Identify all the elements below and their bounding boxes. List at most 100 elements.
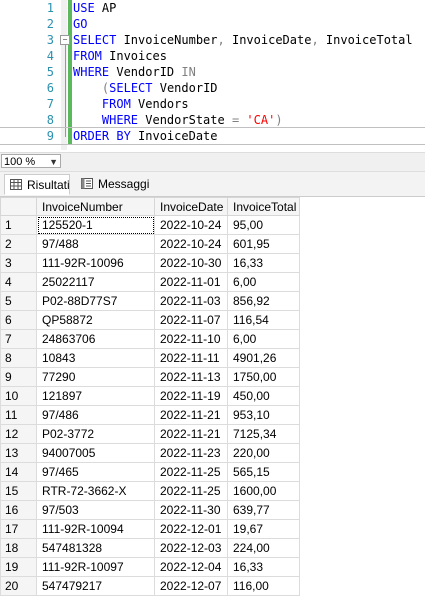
row-number[interactable]: 19 (0, 557, 37, 577)
results-grid[interactable]: InvoiceNumber InvoiceDate InvoiceTotal 1… (0, 197, 425, 600)
cell-invoicenumber[interactable]: 547479217 (36, 576, 155, 596)
cell-invoicenumber[interactable]: P02-3772 (36, 424, 155, 444)
tab-results[interactable]: Risultati (4, 174, 70, 195)
collapse-icon[interactable]: − (60, 35, 70, 45)
table-row[interactable]: 7 24863706 2022-11-10 6,00 (0, 329, 300, 349)
cell-invoicetotal[interactable]: 6,00 (227, 272, 300, 292)
cell-invoicenumber[interactable]: 10843 (36, 348, 155, 368)
row-number[interactable]: 20 (0, 576, 37, 596)
code-line[interactable]: 4 FROM Invoices (0, 48, 425, 64)
row-number[interactable]: 3 (0, 253, 37, 273)
tab-messages[interactable]: Messaggi (76, 174, 152, 195)
code-line[interactable]: 8 WHERE VendorState = 'CA') (0, 112, 425, 128)
code-line[interactable]: 2 GO (0, 16, 425, 32)
row-number[interactable]: 13 (0, 443, 37, 463)
column-header-invoicedate[interactable]: InvoiceDate (154, 197, 228, 216)
table-row[interactable]: 17 111-92R-10094 2022-12-01 19,67 (0, 519, 300, 539)
cell-invoicenumber[interactable]: 97/503 (36, 500, 155, 520)
cell-invoicetotal[interactable]: 220,00 (227, 443, 300, 463)
row-number[interactable]: 7 (0, 329, 37, 349)
column-header-invoicetotal[interactable]: InvoiceTotal (227, 197, 300, 216)
cell-invoicetotal[interactable]: 1600,00 (227, 481, 300, 501)
table-row[interactable]: 4 25022117 2022-11-01 6,00 (0, 272, 300, 292)
code-line[interactable]: 3− SELECT InvoiceNumber, InvoiceDate, Inv… (0, 32, 425, 48)
cell-invoicenumber[interactable]: 97/488 (36, 234, 155, 254)
table-row[interactable]: 3 111-92R-10096 2022-10-30 16,33 (0, 253, 300, 273)
cell-invoicetotal[interactable]: 116,00 (227, 576, 300, 596)
row-number-header[interactable] (0, 197, 37, 216)
cell-invoicenumber[interactable]: RTR-72-3662-X (36, 481, 155, 501)
cell-invoicetotal[interactable]: 639,77 (227, 500, 300, 520)
cell-invoicedate[interactable]: 2022-11-21 (154, 424, 228, 444)
cell-invoicenumber[interactable]: 111-92R-10097 (36, 557, 155, 577)
table-row[interactable]: 8 10843 2022-11-11 4901,26 (0, 348, 300, 368)
row-number[interactable]: 10 (0, 386, 37, 406)
code-line[interactable]: 7 FROM Vendors (0, 96, 425, 112)
cell-invoicetotal[interactable]: 16,33 (227, 253, 300, 273)
cell-invoicedate[interactable]: 2022-11-30 (154, 500, 228, 520)
cell-invoicedate[interactable]: 2022-12-03 (154, 538, 228, 558)
row-number[interactable]: 5 (0, 291, 37, 311)
cell-invoicenumber[interactable]: 111-92R-10094 (36, 519, 155, 539)
table-row[interactable]: 2 97/488 2022-10-24 601,95 (0, 234, 300, 254)
column-header-invoicenumber[interactable]: InvoiceNumber (36, 197, 155, 216)
cell-invoicedate[interactable]: 2022-11-19 (154, 386, 228, 406)
cell-invoicetotal[interactable]: 953,10 (227, 405, 300, 425)
cell-invoicetotal[interactable]: 7125,34 (227, 424, 300, 444)
cell-invoicedate[interactable]: 2022-12-04 (154, 557, 228, 577)
cell-invoicedate[interactable]: 2022-11-13 (154, 367, 228, 387)
cell-invoicetotal[interactable]: 4901,26 (227, 348, 300, 368)
cell-invoicedate[interactable]: 2022-11-07 (154, 310, 228, 330)
cell-invoicenumber[interactable]: 25022117 (36, 272, 155, 292)
cell-invoicetotal[interactable]: 856,92 (227, 291, 300, 311)
cell-invoicetotal[interactable]: 224,00 (227, 538, 300, 558)
chevron-down-icon[interactable]: ▼ (49, 155, 58, 169)
cell-invoicetotal[interactable]: 6,00 (227, 329, 300, 349)
cell-invoicedate[interactable]: 2022-10-30 (154, 253, 228, 273)
table-row[interactable]: 10 121897 2022-11-19 450,00 (0, 386, 300, 406)
table-row[interactable]: 6 QP58872 2022-11-07 116,54 (0, 310, 300, 330)
cell-invoicedate[interactable]: 2022-10-24 (154, 234, 228, 254)
cell-invoicenumber[interactable]: 97/486 (36, 405, 155, 425)
code-line[interactable]: 6 (SELECT VendorID (0, 80, 425, 96)
cell-invoicenumber[interactable]: 77290 (36, 367, 155, 387)
cell-invoicenumber[interactable]: 125520-1 (36, 215, 155, 235)
cell-invoicetotal[interactable]: 19,67 (227, 519, 300, 539)
row-number[interactable]: 1 (0, 215, 37, 235)
cell-invoicetotal[interactable]: 16,33 (227, 557, 300, 577)
row-number[interactable]: 18 (0, 538, 37, 558)
cell-invoicenumber[interactable]: 97/465 (36, 462, 155, 482)
table-row[interactable]: 11 97/486 2022-11-21 953,10 (0, 405, 300, 425)
row-number[interactable]: 4 (0, 272, 37, 292)
code-line[interactable]: 5 WHERE VendorID IN (0, 64, 425, 80)
cell-invoicedate[interactable]: 2022-11-21 (154, 405, 228, 425)
cell-invoicenumber[interactable]: 94007005 (36, 443, 155, 463)
cell-invoicedate[interactable]: 2022-11-03 (154, 291, 228, 311)
cell-invoicenumber[interactable]: P02-88D77S7 (36, 291, 155, 311)
cell-invoicedate[interactable]: 2022-11-23 (154, 443, 228, 463)
cell-invoicenumber[interactable]: 111-92R-10096 (36, 253, 155, 273)
cell-invoicetotal[interactable]: 116,54 (227, 310, 300, 330)
row-number[interactable]: 15 (0, 481, 37, 501)
table-row[interactable]: 20 547479217 2022-12-07 116,00 (0, 576, 300, 596)
cell-invoicetotal[interactable]: 601,95 (227, 234, 300, 254)
cell-invoicedate[interactable]: 2022-11-01 (154, 272, 228, 292)
table-row[interactable]: 9 77290 2022-11-13 1750,00 (0, 367, 300, 387)
row-number[interactable]: 14 (0, 462, 37, 482)
table-row[interactable]: 14 97/465 2022-11-25 565,15 (0, 462, 300, 482)
table-row[interactable]: 19 111-92R-10097 2022-12-04 16,33 (0, 557, 300, 577)
cell-invoicetotal[interactable]: 450,00 (227, 386, 300, 406)
cell-invoicenumber[interactable]: QP58872 (36, 310, 155, 330)
cell-invoicedate[interactable]: 2022-10-24 (154, 215, 228, 235)
row-number[interactable]: 11 (0, 405, 37, 425)
table-row[interactable]: 1 125520-1 2022-10-24 95,00 (0, 215, 300, 235)
table-row[interactable]: 5 P02-88D77S7 2022-11-03 856,92 (0, 291, 300, 311)
code-line[interactable]: 9 ORDER BY InvoiceDate (0, 127, 425, 145)
cell-invoicetotal[interactable]: 95,00 (227, 215, 300, 235)
code-line[interactable]: 1 USE AP (0, 0, 425, 16)
row-number[interactable]: 12 (0, 424, 37, 444)
table-row[interactable]: 13 94007005 2022-11-23 220,00 (0, 443, 300, 463)
sql-editor[interactable]: 1 USE AP 2 GO 3− SELECT InvoiceNumber, Invoic… (0, 0, 425, 150)
cell-invoicedate[interactable]: 2022-11-25 (154, 481, 228, 501)
row-number[interactable]: 2 (0, 234, 37, 254)
